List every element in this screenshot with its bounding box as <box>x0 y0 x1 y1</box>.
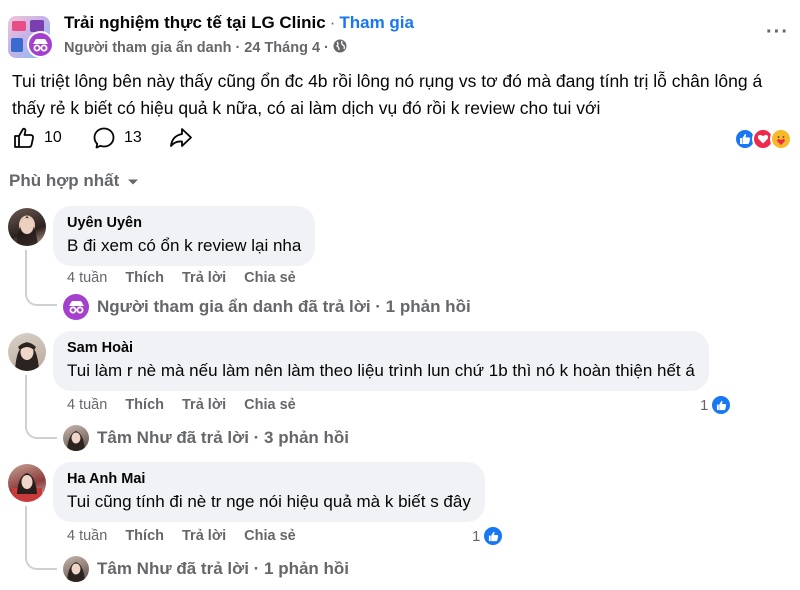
reply-summary: Tâm Như đã trả lời · 3 phản hồi <box>97 428 350 447</box>
comment-time[interactable]: 4 tuần <box>67 397 107 413</box>
reaction-summary[interactable] <box>734 128 792 150</box>
comment-reply-button[interactable]: Trả lời <box>182 528 226 544</box>
title-separator: · <box>329 13 336 32</box>
anonymous-icon <box>27 31 54 58</box>
more-options-icon[interactable]: ··· <box>766 21 789 44</box>
comment-actions: 4 tuần Thích Trả lời Chia sẻ <box>67 270 296 286</box>
comment-reaction-count[interactable]: 1 <box>472 526 504 546</box>
comment-bubble-icon <box>92 126 116 150</box>
commenter-avatar[interactable] <box>8 208 46 246</box>
comment-sort-dropdown[interactable]: Phù hợp nhất <box>9 171 139 191</box>
comment-text: Tui cũng tính đi nè tr nge nói hiệu quả … <box>67 492 471 511</box>
anonymous-icon <box>63 294 89 320</box>
comment-share-button[interactable]: Chia sẻ <box>244 397 296 413</box>
comment-like-count: 1 <box>700 396 709 414</box>
comment-bubble: Uyên Uyên B đi xem có ổn k review lại nh… <box>53 206 316 266</box>
thumbs-up-icon <box>12 126 36 150</box>
comment-time[interactable]: 4 tuần <box>67 270 107 286</box>
commenter-name[interactable]: Uyên Uyên <box>67 215 301 231</box>
comment-bubble: Ha Anh Mai Tui cũng tính đi nè tr nge nó… <box>53 462 485 522</box>
commenter-avatar[interactable] <box>8 333 46 371</box>
comment-like-button[interactable]: Thích <box>125 397 164 413</box>
comment-share-button[interactable]: Chia sẻ <box>244 528 296 544</box>
group-name-link[interactable]: Trải nghiệm thực tế tại LG Clinic <box>64 13 326 32</box>
comment-actions: 4 tuần Thích Trả lời Chia sẻ <box>67 528 296 544</box>
sort-label: Phù hợp nhất <box>9 171 120 190</box>
commenter-avatar[interactable] <box>8 464 46 502</box>
post-meta: Người tham gia ẩn danh · 24 Tháng 4 · <box>64 39 347 57</box>
comment-reply-button[interactable]: Trả lời <box>182 270 226 286</box>
group-title-row: Trải nghiệm thực tế tại LG Clinic · Tham g… <box>64 13 414 33</box>
reply-summary: Tâm Như đã trả lời · 1 phản hồi <box>97 559 350 578</box>
comment-text: B đi xem có ổn k review lại nha <box>67 236 302 255</box>
comment-actions: 4 tuần Thích Trả lời Chia sẻ <box>67 397 296 413</box>
comment-like-count: 1 <box>472 527 481 545</box>
thread-line <box>25 506 57 570</box>
post-body: Tui triệt lông bên này thấy cũng ổn đc 4… <box>12 71 763 118</box>
share-button[interactable] <box>168 126 194 150</box>
comment-like-button[interactable]: Thích <box>125 528 164 544</box>
thread-line <box>25 375 57 439</box>
comment-reaction-count[interactable]: 1 <box>700 395 732 415</box>
globe-icon <box>333 39 347 57</box>
comment-reply-button[interactable]: Trả lời <box>182 397 226 413</box>
like-count: 10 <box>44 129 62 146</box>
post-date[interactable]: 24 Tháng 4 <box>244 40 320 56</box>
thread-line <box>25 250 57 306</box>
comment-count: 13 <box>124 129 142 146</box>
meta-separator: · <box>324 40 329 56</box>
reply-summary: Người tham gia ẩn danh đã trả lời · 1 ph… <box>97 297 471 316</box>
commenter-name[interactable]: Ha Anh Mai <box>67 471 471 487</box>
meta-separator: · <box>235 40 241 56</box>
comment-button[interactable]: 13 <box>92 126 142 150</box>
replier-avatar <box>63 556 89 582</box>
comment-share-button[interactable]: Chia sẻ <box>244 270 296 286</box>
post-author[interactable]: Người tham gia ẩn danh <box>64 40 231 56</box>
commenter-name[interactable]: Sam Hoài <box>67 340 695 356</box>
like-button[interactable]: 10 <box>12 126 62 150</box>
comment-time[interactable]: 4 tuần <box>67 528 107 544</box>
replier-avatar <box>63 425 89 451</box>
comment-text: Tui làm r nè mà nếu làm nên làm theo liệ… <box>67 361 695 380</box>
like-icon <box>711 395 732 415</box>
care-icon <box>770 128 792 150</box>
share-arrow-icon <box>168 126 194 150</box>
view-replies-button[interactable]: Tâm Như đã trả lời · 1 phản hồi <box>63 556 349 582</box>
like-icon <box>483 526 504 546</box>
view-replies-button[interactable]: Tâm Như đã trả lời · 3 phản hồi <box>63 425 349 451</box>
view-replies-button[interactable]: Người tham gia ẩn danh đã trả lời · 1 ph… <box>63 294 471 320</box>
join-group-button[interactable]: Tham gia <box>339 13 414 32</box>
comment-like-button[interactable]: Thích <box>125 270 164 286</box>
comment-bubble: Sam Hoài Tui làm r nè mà nếu làm nên làm… <box>53 331 709 391</box>
caret-down-icon <box>127 171 139 191</box>
